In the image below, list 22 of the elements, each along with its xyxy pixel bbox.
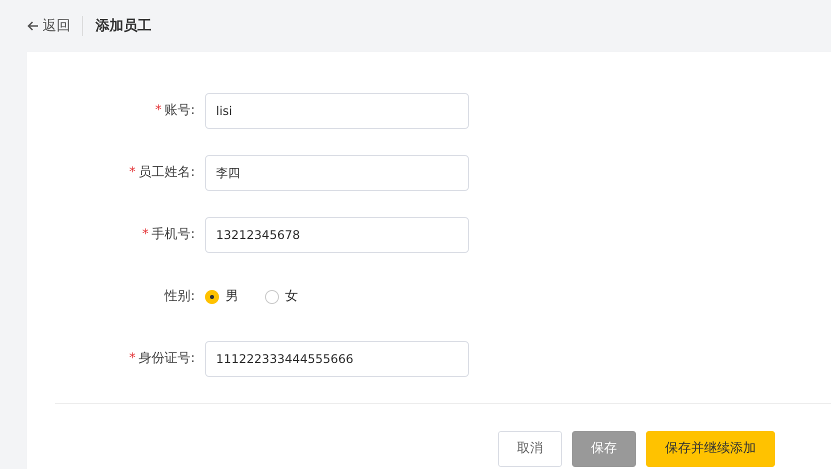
- required-mark: *: [129, 350, 136, 368]
- save-and-continue-button[interactable]: 保存并继续添加: [646, 431, 775, 467]
- text-field[interactable]: 李四: [205, 155, 469, 191]
- text-field[interactable]: 111222333444555666: [205, 341, 469, 377]
- field-label: 手机号:: [152, 226, 195, 244]
- back-link[interactable]: 返回: [27, 16, 70, 36]
- radio-option[interactable]: 女: [264, 287, 298, 307]
- back-arrow-icon: [27, 20, 39, 32]
- field-label: 身份证号:: [138, 350, 195, 368]
- required-mark: *: [155, 102, 162, 120]
- radio-option[interactable]: 男: [205, 287, 238, 307]
- cancel-button[interactable]: 取消: [498, 431, 562, 467]
- required-mark: *: [129, 164, 136, 182]
- page-title: 添加员工: [95, 16, 152, 36]
- radio-icon[interactable]: [205, 290, 219, 304]
- field-label: 员工姓名:: [138, 164, 195, 182]
- required-mark: *: [142, 226, 149, 244]
- text-field[interactable]: lisi: [205, 93, 469, 129]
- field-label: 性别:: [164, 288, 195, 306]
- text-field[interactable]: 13212345678: [205, 217, 469, 253]
- field-label: 账号:: [164, 102, 195, 120]
- radio-icon[interactable]: [264, 290, 278, 304]
